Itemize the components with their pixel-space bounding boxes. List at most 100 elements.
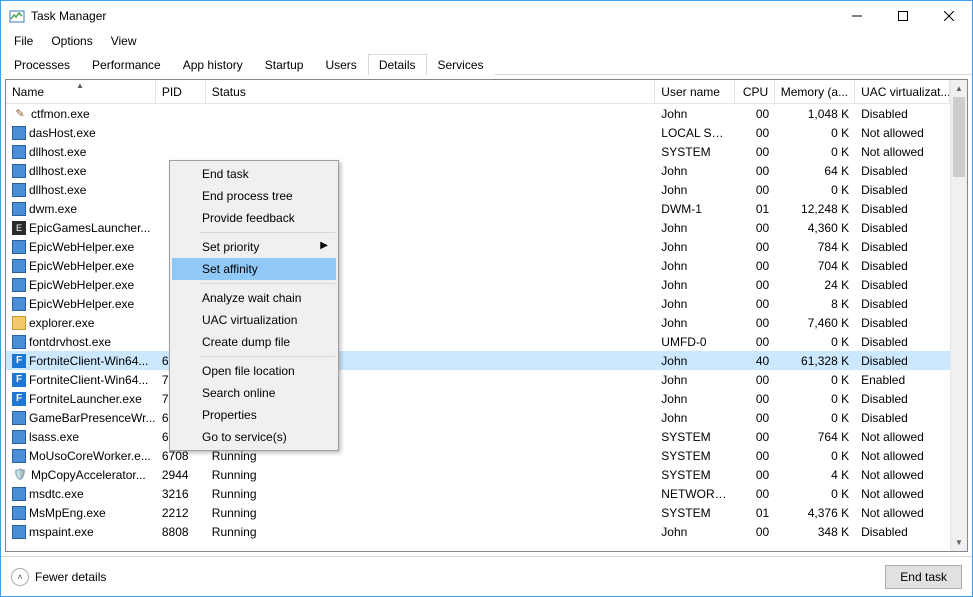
table-row[interactable]: EpicWebHelper.exeJohn00784 KDisabled	[6, 237, 950, 256]
col-uac[interactable]: UAC virtualizat...	[855, 80, 950, 103]
folder-icon	[12, 316, 26, 330]
cell-uac: Disabled	[855, 354, 950, 368]
col-pid[interactable]: PID	[156, 80, 206, 103]
cell-uac: Not allowed	[855, 126, 950, 140]
context-menu: End task End process tree Provide feedba…	[169, 160, 339, 451]
cell-name: ✎ctfmon.exe	[6, 106, 156, 122]
cm-open-file-location[interactable]: Open file location	[172, 360, 336, 382]
process-name: dllhost.exe	[29, 183, 86, 197]
tab-details[interactable]: Details	[368, 54, 427, 75]
table-row[interactable]: GameBarPresenceWr...6176RunningJohn000 K…	[6, 408, 950, 427]
cell-user: John	[655, 221, 735, 235]
cm-properties[interactable]: Properties	[172, 404, 336, 426]
table-row[interactable]: dwm.exeDWM-10112,248 KDisabled	[6, 199, 950, 218]
application-icon	[12, 240, 26, 254]
table-row[interactable]: EEpicGamesLauncher...John004,360 KDisabl…	[6, 218, 950, 237]
cell-cpu: 00	[735, 107, 775, 121]
table-row[interactable]: dllhost.exeJohn000 KDisabled	[6, 180, 950, 199]
end-task-button[interactable]: End task	[885, 565, 962, 589]
minimize-button[interactable]	[834, 1, 880, 31]
process-name: dwm.exe	[29, 202, 77, 216]
cm-set-priority[interactable]: Set priority ▶	[172, 236, 336, 258]
table-row[interactable]: EpicWebHelper.exeJohn00704 KDisabled	[6, 256, 950, 275]
cell-cpu: 00	[735, 335, 775, 349]
process-list[interactable]: ✎ctfmon.exeJohn001,048 KDisableddasHost.…	[6, 104, 950, 551]
window-title: Task Manager	[31, 9, 106, 23]
cm-end-task[interactable]: End task	[172, 163, 336, 185]
table-row[interactable]: FFortniteLauncher.exe7012RunningJohn000 …	[6, 389, 950, 408]
table-row[interactable]: fontdrvhost.exeUMFD-0000 KDisabled	[6, 332, 950, 351]
menu-file[interactable]: File	[6, 32, 41, 50]
cm-set-affinity[interactable]: Set affinity	[172, 258, 336, 280]
cell-uac: Not allowed	[855, 430, 950, 444]
table-row[interactable]: MsMpEng.exe2212RunningSYSTEM014,376 KNot…	[6, 503, 950, 522]
table-row[interactable]: explorer.exeJohn007,460 KDisabled	[6, 313, 950, 332]
scroll-up-icon[interactable]: ▲	[951, 80, 967, 97]
vertical-scrollbar[interactable]: ▲ ▼	[950, 80, 967, 551]
cell-uac: Disabled	[855, 525, 950, 539]
cell-name: dwm.exe	[6, 202, 156, 216]
col-user[interactable]: User name	[655, 80, 735, 103]
scroll-down-icon[interactable]: ▼	[951, 534, 967, 551]
tab-performance[interactable]: Performance	[81, 54, 172, 75]
menu-options[interactable]: Options	[43, 32, 100, 50]
process-name: MsMpEng.exe	[29, 506, 106, 520]
cell-uac: Not allowed	[855, 487, 950, 501]
application-icon	[12, 126, 26, 140]
cm-go-to-services[interactable]: Go to service(s)	[172, 426, 336, 448]
cm-uac-virtualization[interactable]: UAC virtualization	[172, 309, 336, 331]
col-cpu[interactable]: CPU	[735, 80, 775, 103]
table-row[interactable]: FFortniteClient-Win64...6044RunningJohn4…	[6, 351, 950, 370]
table-row[interactable]: MoUsoCoreWorker.e...6708RunningSYSTEM000…	[6, 446, 950, 465]
tab-services[interactable]: Services	[427, 54, 495, 75]
table-row[interactable]: 🛡️MpCopyAccelerator...2944RunningSYSTEM0…	[6, 465, 950, 484]
cm-provide-feedback[interactable]: Provide feedback	[172, 207, 336, 229]
fewer-details-button[interactable]: ˄ Fewer details	[11, 568, 106, 586]
maximize-button[interactable]	[880, 1, 926, 31]
cm-analyze-wait-chain[interactable]: Analyze wait chain	[172, 287, 336, 309]
table-row[interactable]: EpicWebHelper.exeJohn008 KDisabled	[6, 294, 950, 313]
cell-memory: 0 K	[775, 392, 855, 406]
cell-memory: 64 K	[775, 164, 855, 178]
table-row[interactable]: dllhost.exeJohn0064 KDisabled	[6, 161, 950, 180]
tab-users[interactable]: Users	[314, 54, 367, 75]
fortnite-icon: F	[12, 392, 26, 406]
cell-user: John	[655, 392, 735, 406]
cell-memory: 4,360 K	[775, 221, 855, 235]
tab-app-history[interactable]: App history	[172, 54, 254, 75]
table-row[interactable]: EpicWebHelper.exeJohn0024 KDisabled	[6, 275, 950, 294]
cell-status: Running	[206, 487, 655, 501]
col-memory[interactable]: Memory (a...	[775, 80, 855, 103]
task-manager-icon	[9, 8, 25, 24]
cell-user: SYSTEM	[655, 468, 735, 482]
col-status[interactable]: Status	[206, 80, 655, 103]
table-row[interactable]: msdtc.exe3216RunningNETWORK...000 KNot a…	[6, 484, 950, 503]
process-name: MpCopyAccelerator...	[31, 468, 146, 482]
cell-memory: 4,376 K	[775, 506, 855, 520]
scroll-track[interactable]	[951, 97, 967, 534]
cell-cpu: 00	[735, 373, 775, 387]
cell-memory: 764 K	[775, 430, 855, 444]
close-button[interactable]	[926, 1, 972, 31]
table-row[interactable]: FFortniteClient-Win64...7580RunningJohn0…	[6, 370, 950, 389]
menu-view[interactable]: View	[103, 32, 145, 50]
tab-startup[interactable]: Startup	[254, 54, 315, 75]
application-icon	[12, 183, 26, 197]
cm-end-process-tree[interactable]: End process tree	[172, 185, 336, 207]
table-row[interactable]: ✎ctfmon.exeJohn001,048 KDisabled	[6, 104, 950, 123]
table-row[interactable]: mspaint.exe8808RunningJohn00348 KDisable…	[6, 522, 950, 541]
cell-memory: 4 K	[775, 468, 855, 482]
cell-memory: 7,460 K	[775, 316, 855, 330]
cell-name: EEpicGamesLauncher...	[6, 221, 156, 235]
scroll-thumb[interactable]	[953, 97, 965, 177]
table-row[interactable]: dasHost.exeLOCAL SE...000 KNot allowed	[6, 123, 950, 142]
cell-uac: Disabled	[855, 411, 950, 425]
cm-search-online[interactable]: Search online	[172, 382, 336, 404]
tab-processes[interactable]: Processes	[3, 54, 81, 75]
table-row[interactable]: lsass.exe664RunningSYSTEM00764 KNot allo…	[6, 427, 950, 446]
cm-create-dump-file[interactable]: Create dump file	[172, 331, 336, 353]
cell-cpu: 00	[735, 468, 775, 482]
cell-uac: Disabled	[855, 335, 950, 349]
cell-cpu: 40	[735, 354, 775, 368]
table-row[interactable]: dllhost.exeSYSTEM000 KNot allowed	[6, 142, 950, 161]
